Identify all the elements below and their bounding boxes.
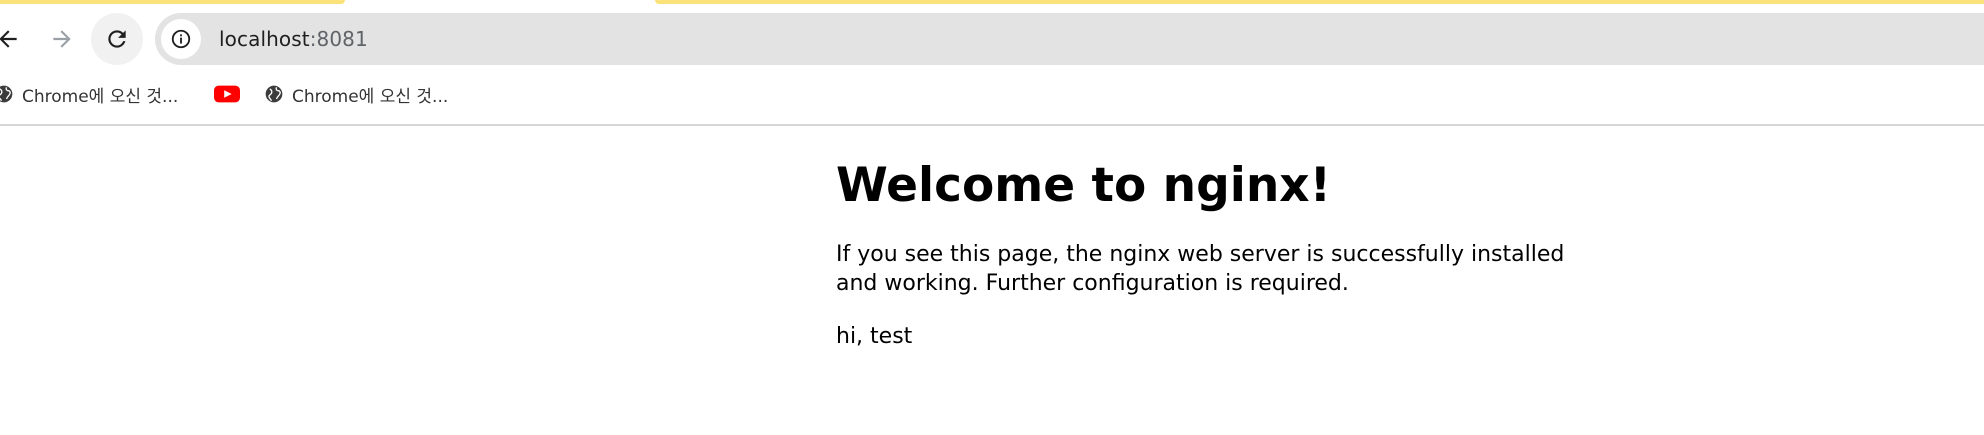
forward-arrow-icon	[53, 30, 71, 48]
forward-button[interactable]	[36, 13, 88, 65]
address-bar[interactable]: localhost:8081	[155, 13, 1984, 65]
url-text[interactable]: localhost:8081	[219, 27, 368, 51]
globe-icon	[265, 85, 283, 103]
back-arrow-icon	[0, 30, 17, 48]
bookmark-item-youtube[interactable]	[214, 78, 248, 110]
bookmark-item[interactable]: Chrome에 오신 것...	[264, 78, 448, 110]
info-icon	[171, 29, 191, 49]
url-host: localhost	[219, 27, 310, 51]
welcome-paragraph: If you see this page, the nginx web serv…	[836, 241, 1565, 296]
reload-icon	[108, 30, 126, 48]
bookmark-label: Chrome에 오신 것...	[22, 86, 179, 107]
nginx-welcome: Welcome to nginx! If you see this page, …	[836, 160, 1606, 351]
page-content: Welcome to nginx! If you see this page, …	[0, 126, 1984, 435]
url-port: :8081	[309, 27, 368, 51]
globe-icon	[0, 85, 13, 103]
back-button[interactable]	[0, 13, 34, 65]
reload-button[interactable]	[91, 13, 143, 65]
browser-chrome: localhost:8081 Chrome에 오신 것... Chrome에 오…	[0, 0, 1984, 126]
page-title: Welcome to nginx!	[836, 158, 1332, 213]
site-info-button[interactable]	[161, 19, 201, 59]
custom-text: hi, test	[836, 323, 913, 349]
bookmarks-bar: Chrome에 오신 것... Chrome에 오신 것...	[0, 76, 1984, 112]
bookmark-item[interactable]: Chrome에 오신 것...	[0, 78, 178, 110]
browser-toolbar: localhost:8081	[0, 4, 1984, 76]
bookmark-label: Chrome에 오신 것...	[292, 86, 449, 107]
youtube-icon	[214, 85, 240, 103]
